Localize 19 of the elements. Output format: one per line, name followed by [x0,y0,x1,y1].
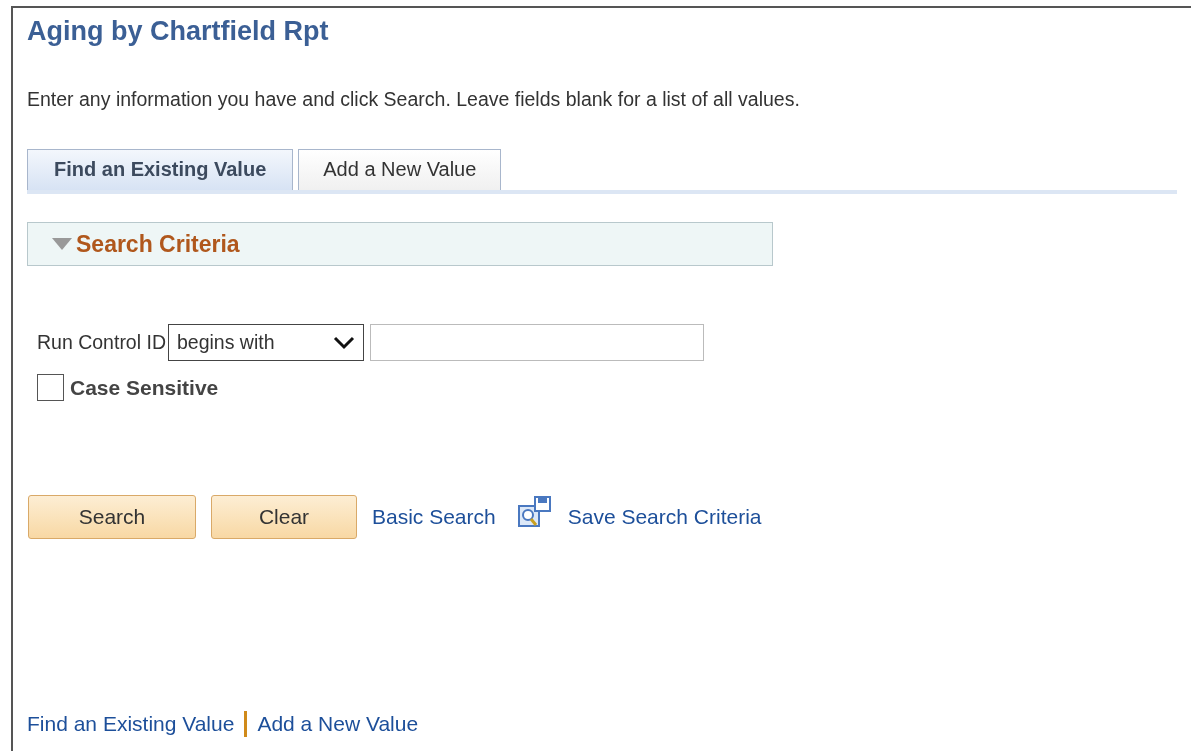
link[interactable]: Add a New Value [257,712,419,736]
tab[interactable]: Add a New Value [298,149,502,190]
clear-button[interactable]: Clear [211,495,357,539]
operator-dropdown[interactable]: begins with [167,324,364,361]
checkbox[interactable] [37,374,64,401]
run-control-input[interactable] [369,324,704,361]
link[interactable]: Basic Search [372,505,496,529]
search-button[interactable]: Search [28,495,196,539]
checkbox-label[interactable]: Case Sensitive [70,375,219,400]
tab[interactable]: Find an Existing Value [27,149,294,190]
collapse-arrow-icon[interactable] [52,238,72,250]
page-title: Aging by Chartfield Rpt [27,16,330,48]
chevron-down-icon [332,335,355,350]
field-label: Run Control ID [37,331,166,354]
link[interactable]: Find an Existing Value [27,712,235,736]
document-search-icon[interactable] [516,496,553,530]
section-header[interactable]: Search Criteria [27,222,773,266]
link[interactable]: Save Search Criteria [567,505,762,529]
instructions: Enter any information you have and click Search. Leave fields blank for a list of all values. [27,88,801,111]
